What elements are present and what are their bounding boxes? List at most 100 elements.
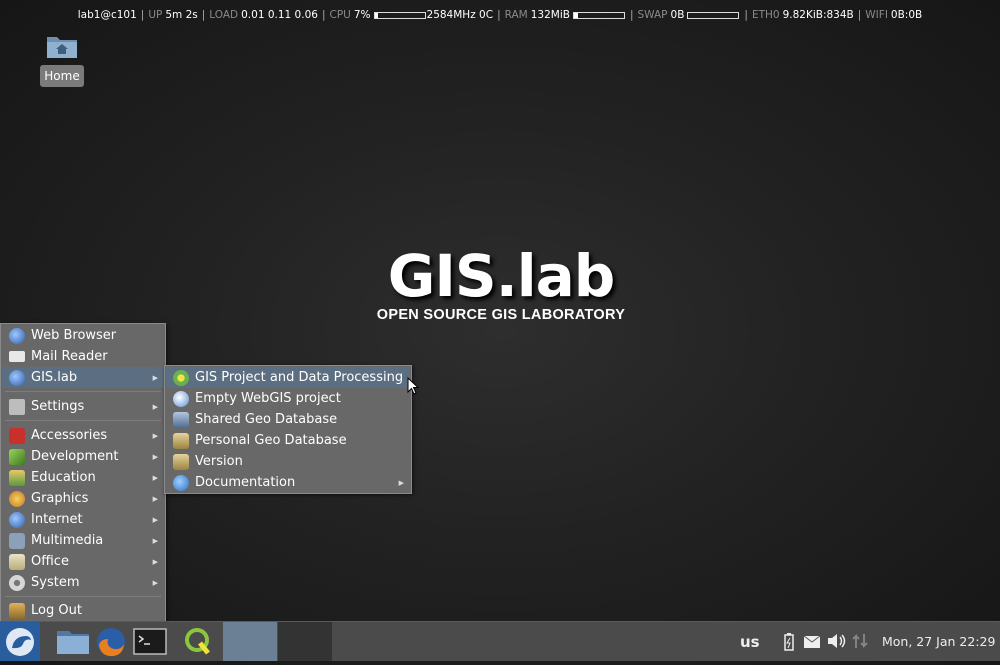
menu-item-office[interactable]: Office ▶ — [2, 551, 164, 572]
webgis-icon — [173, 390, 189, 407]
development-icon — [9, 448, 25, 465]
menu-item-internet[interactable]: Internet ▶ — [2, 509, 164, 530]
submenu-arrow-icon: ▶ — [152, 452, 158, 461]
office-icon — [9, 553, 25, 570]
menu-item-education[interactable]: Education ▶ — [2, 467, 164, 488]
gislab-submenu: GIS Project and Data Processing Empty We… — [164, 365, 412, 494]
workspace-2[interactable] — [278, 622, 332, 661]
network-icon[interactable] — [851, 632, 869, 650]
logo-subtitle: OPEN SOURCE GIS LABORATORY — [376, 307, 626, 323]
menu-item-log-out[interactable]: Log Out — [2, 600, 164, 621]
xfce-mouse-icon — [6, 628, 34, 656]
submenu-arrow-icon: ▶ — [152, 515, 158, 524]
briefcase-icon — [173, 453, 189, 470]
wifi-value: 0B:0B — [890, 9, 923, 21]
submenu-arrow-icon: ▶ — [152, 536, 158, 545]
submenu-arrow-icon: ▶ — [152, 494, 158, 503]
menu-item-empty-webgis[interactable]: Empty WebGIS project — [166, 388, 410, 409]
submenu-arrow-icon: ▶ — [152, 431, 158, 440]
swap-key: SWAP — [637, 9, 668, 21]
load-key: LOAD — [209, 9, 239, 21]
menu-separator — [5, 391, 161, 392]
terminal-launcher[interactable] — [132, 625, 168, 658]
logo-title: GIS.lab — [387, 242, 616, 310]
cpu-key: CPU — [329, 9, 351, 21]
submenu-arrow-icon: ▶ — [152, 373, 158, 382]
swap-bar — [687, 11, 740, 19]
ram-value: 132MiB — [530, 9, 570, 21]
qgis-icon — [185, 628, 210, 655]
gear-icon — [9, 574, 25, 591]
menu-item-settings[interactable]: Settings ▶ — [2, 396, 164, 417]
menu-item-web-browser[interactable]: Web Browser — [2, 325, 164, 346]
submenu-arrow-icon: ▶ — [398, 478, 404, 487]
briefcase-icon — [173, 432, 189, 449]
workspace-1[interactable] — [223, 622, 277, 661]
submenu-arrow-icon: ▶ — [152, 402, 158, 411]
menu-item-personal-geo-db[interactable]: Personal Geo Database — [166, 430, 410, 451]
folder-icon — [57, 631, 89, 654]
submenu-arrow-icon: ▶ — [152, 473, 158, 482]
system-status-bar: lab1@c101 | UP 5m 2s | LOAD 0.01 0.11 0.… — [77, 9, 923, 21]
start-menu-button[interactable] — [0, 622, 40, 661]
menu-item-development[interactable]: Development ▶ — [2, 446, 164, 467]
uptime-value: 5m 2s — [165, 9, 198, 21]
cpu-percent: 7% — [353, 9, 371, 21]
help-icon — [173, 474, 189, 491]
menu-item-version[interactable]: Version — [166, 451, 410, 472]
menu-item-shared-geo-db[interactable]: Shared Geo Database — [166, 409, 410, 430]
menu-item-documentation[interactable]: Documentation ▶ — [166, 472, 410, 493]
education-icon — [9, 469, 25, 486]
globe-icon — [9, 369, 25, 386]
qgis-icon — [173, 369, 189, 386]
menu-item-system[interactable]: System ▶ — [2, 572, 164, 593]
globe-icon — [9, 511, 25, 528]
menu-item-accessories[interactable]: Accessories ▶ — [2, 425, 164, 446]
home-desktop-icon[interactable]: Home — [40, 30, 84, 87]
menu-item-multimedia[interactable]: Multimedia ▶ — [2, 530, 164, 551]
submenu-arrow-icon: ▶ — [152, 578, 158, 587]
menu-separator — [5, 420, 161, 421]
uptime-key: UP — [148, 9, 163, 21]
globe-icon — [9, 327, 25, 344]
cpu-bar — [373, 11, 426, 19]
clock[interactable]: Mon, 27 Jan 22:29 — [882, 622, 995, 661]
battery-icon[interactable] — [783, 632, 795, 652]
swap-value: 0B — [670, 9, 685, 21]
mouse-cursor-icon — [407, 377, 419, 395]
graphics-icon — [9, 490, 25, 507]
terminal-icon — [133, 628, 167, 655]
accessories-icon — [9, 427, 25, 444]
menu-item-graphics[interactable]: Graphics ▶ — [2, 488, 164, 509]
gislab-logo: GIS.lab OPEN SOURCE GIS LABORATORY — [370, 242, 632, 323]
load-value: 0.01 0.11 0.06 — [241, 9, 318, 21]
eth-value: 9.82KiB:834B — [782, 9, 854, 21]
database-icon — [173, 411, 189, 428]
home-label: Home — [40, 65, 84, 87]
menu-item-gislab[interactable]: GIS.lab ▶ — [2, 367, 164, 388]
ram-bar — [572, 11, 625, 19]
multimedia-icon — [9, 532, 25, 549]
home-folder-icon — [46, 33, 78, 59]
keyboard-layout-indicator[interactable]: us — [740, 622, 760, 661]
mail-icon — [9, 351, 25, 362]
logout-icon — [9, 602, 25, 619]
menu-item-gis-project[interactable]: GIS Project and Data Processing — [166, 367, 410, 388]
menu-separator — [5, 596, 161, 597]
mail-icon[interactable] — [803, 634, 821, 648]
ram-key: RAM — [504, 9, 528, 21]
qgis-launcher[interactable] — [180, 625, 216, 658]
host-label: lab1@c101 — [77, 9, 137, 21]
firefox-launcher[interactable] — [93, 625, 129, 658]
file-manager-launcher[interactable] — [55, 625, 91, 658]
volume-icon[interactable] — [826, 632, 846, 650]
submenu-arrow-icon: ▶ — [152, 557, 158, 566]
firefox-icon — [97, 628, 125, 657]
wifi-key: WIFI — [865, 9, 888, 21]
application-menu: Web Browser Mail Reader GIS.lab ▶ Settin… — [0, 323, 166, 623]
menu-item-mail-reader[interactable]: Mail Reader — [2, 346, 164, 367]
cpu-frequency: 2584MHz 0C — [426, 9, 494, 21]
eth-key: ETH0 — [751, 9, 780, 21]
settings-icon — [9, 398, 25, 415]
taskbar: us Mon, 27 Jan 22:29 — [0, 621, 1000, 661]
